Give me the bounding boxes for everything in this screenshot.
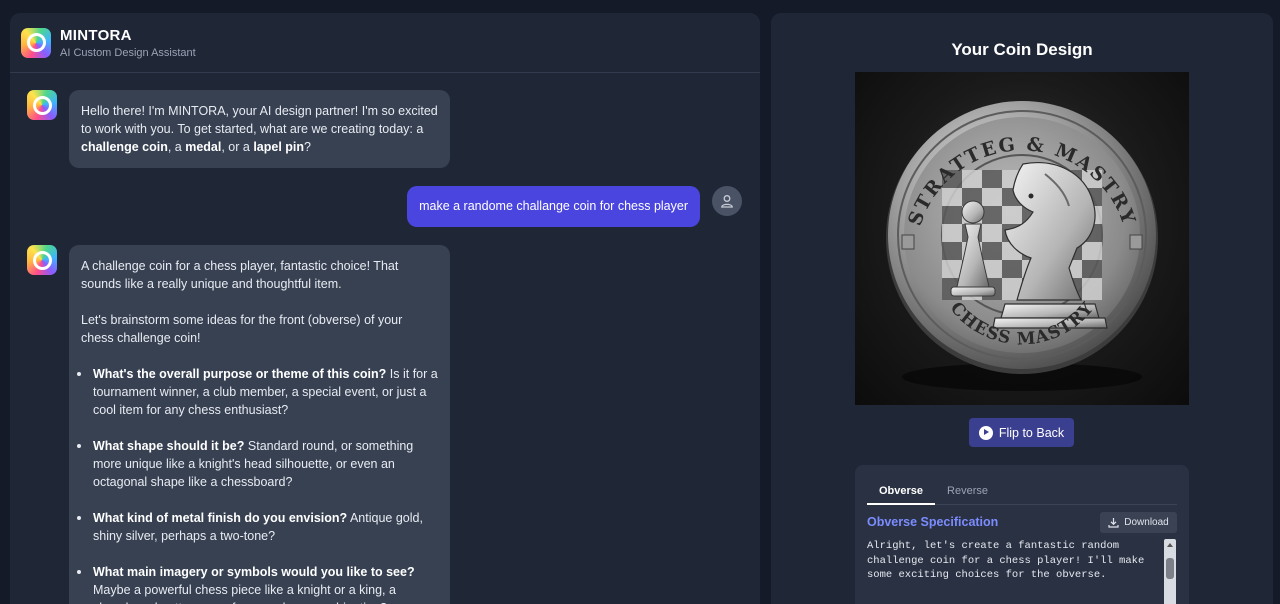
- scroll-thumb[interactable]: [1166, 558, 1174, 579]
- option-medal: medal: [185, 140, 222, 154]
- coin-image: STRATTEG & MASTRY CHESS MASTRY: [855, 72, 1189, 405]
- list-item: What's the overall purpose or theme of t…: [65, 365, 438, 419]
- mintora-logo-icon: [21, 27, 51, 58]
- option-challenge-coin: challenge coin: [81, 140, 168, 154]
- reply-paragraph: A challenge coin for a chess player, fan…: [81, 259, 399, 291]
- spec-text: Alright, let's create a fantastic random…: [867, 540, 1151, 581]
- tab-reverse[interactable]: Reverse: [935, 479, 1000, 505]
- app-name: MINTORA: [60, 26, 132, 44]
- ai-avatar-icon: [27, 90, 57, 120]
- flip-to-back-button[interactable]: Flip to Back: [969, 418, 1074, 447]
- chat-header: MINTORA AI Custom Design Assistant: [10, 13, 760, 73]
- spec-scrollbar[interactable]: [1164, 539, 1176, 604]
- ai-avatar-icon: [27, 245, 57, 275]
- download-icon: [1108, 518, 1119, 528]
- scroll-up-icon[interactable]: [1167, 543, 1173, 547]
- user-bubble: make a randome challange coin for chess …: [407, 186, 700, 227]
- chat-panel: MINTORA AI Custom Design Assistant Hello…: [10, 13, 760, 604]
- brand: MINTORA AI Custom Design Assistant: [60, 27, 196, 59]
- ai-message-welcome: Hello there! I'm MINTORA, your AI design…: [27, 90, 450, 168]
- play-circle-icon: [978, 425, 993, 440]
- design-title: Your Coin Design: [951, 40, 1093, 59]
- download-label: Download: [1124, 517, 1169, 528]
- user-avatar-icon: [712, 186, 742, 216]
- download-button[interactable]: Download: [1100, 512, 1177, 533]
- spec-title: Obverse Specification: [867, 515, 999, 529]
- flip-button-label: Flip to Back: [998, 425, 1065, 440]
- design-panel: Your Coin Design STRATTEG & MASTRY CHESS…: [771, 13, 1273, 604]
- user-message: make a randome challange coin for chess …: [407, 186, 742, 227]
- list-item: What shape should it be? Standard round,…: [65, 437, 438, 491]
- specification-card: Obverse Reverse Obverse Specification Do…: [855, 465, 1189, 604]
- message-list: Hello there! I'm MINTORA, your AI design…: [10, 74, 760, 604]
- spec-tabs: Obverse Reverse: [867, 479, 1177, 505]
- ai-bubble: Hello there! I'm MINTORA, your AI design…: [69, 90, 450, 168]
- app-subtitle: AI Custom Design Assistant: [60, 46, 196, 59]
- coin-illustration: STRATTEG & MASTRY CHESS MASTRY: [886, 101, 1158, 391]
- list-item: What main imagery or symbols would you l…: [65, 563, 438, 604]
- option-lapel-pin: lapel pin: [253, 140, 305, 154]
- welcome-text: Hello there! I'm MINTORA, your AI design…: [81, 104, 438, 154]
- ai-bubble: A challenge coin for a chess player, fan…: [69, 245, 450, 604]
- question-list: What's the overall purpose or theme of t…: [77, 365, 438, 604]
- list-item: What kind of metal finish do you envisio…: [65, 509, 438, 545]
- reply-paragraph: Let's brainstorm some ideas for the fron…: [81, 313, 403, 345]
- ai-message-reply: A challenge coin for a chess player, fan…: [27, 245, 450, 604]
- tab-obverse[interactable]: Obverse: [867, 479, 936, 505]
